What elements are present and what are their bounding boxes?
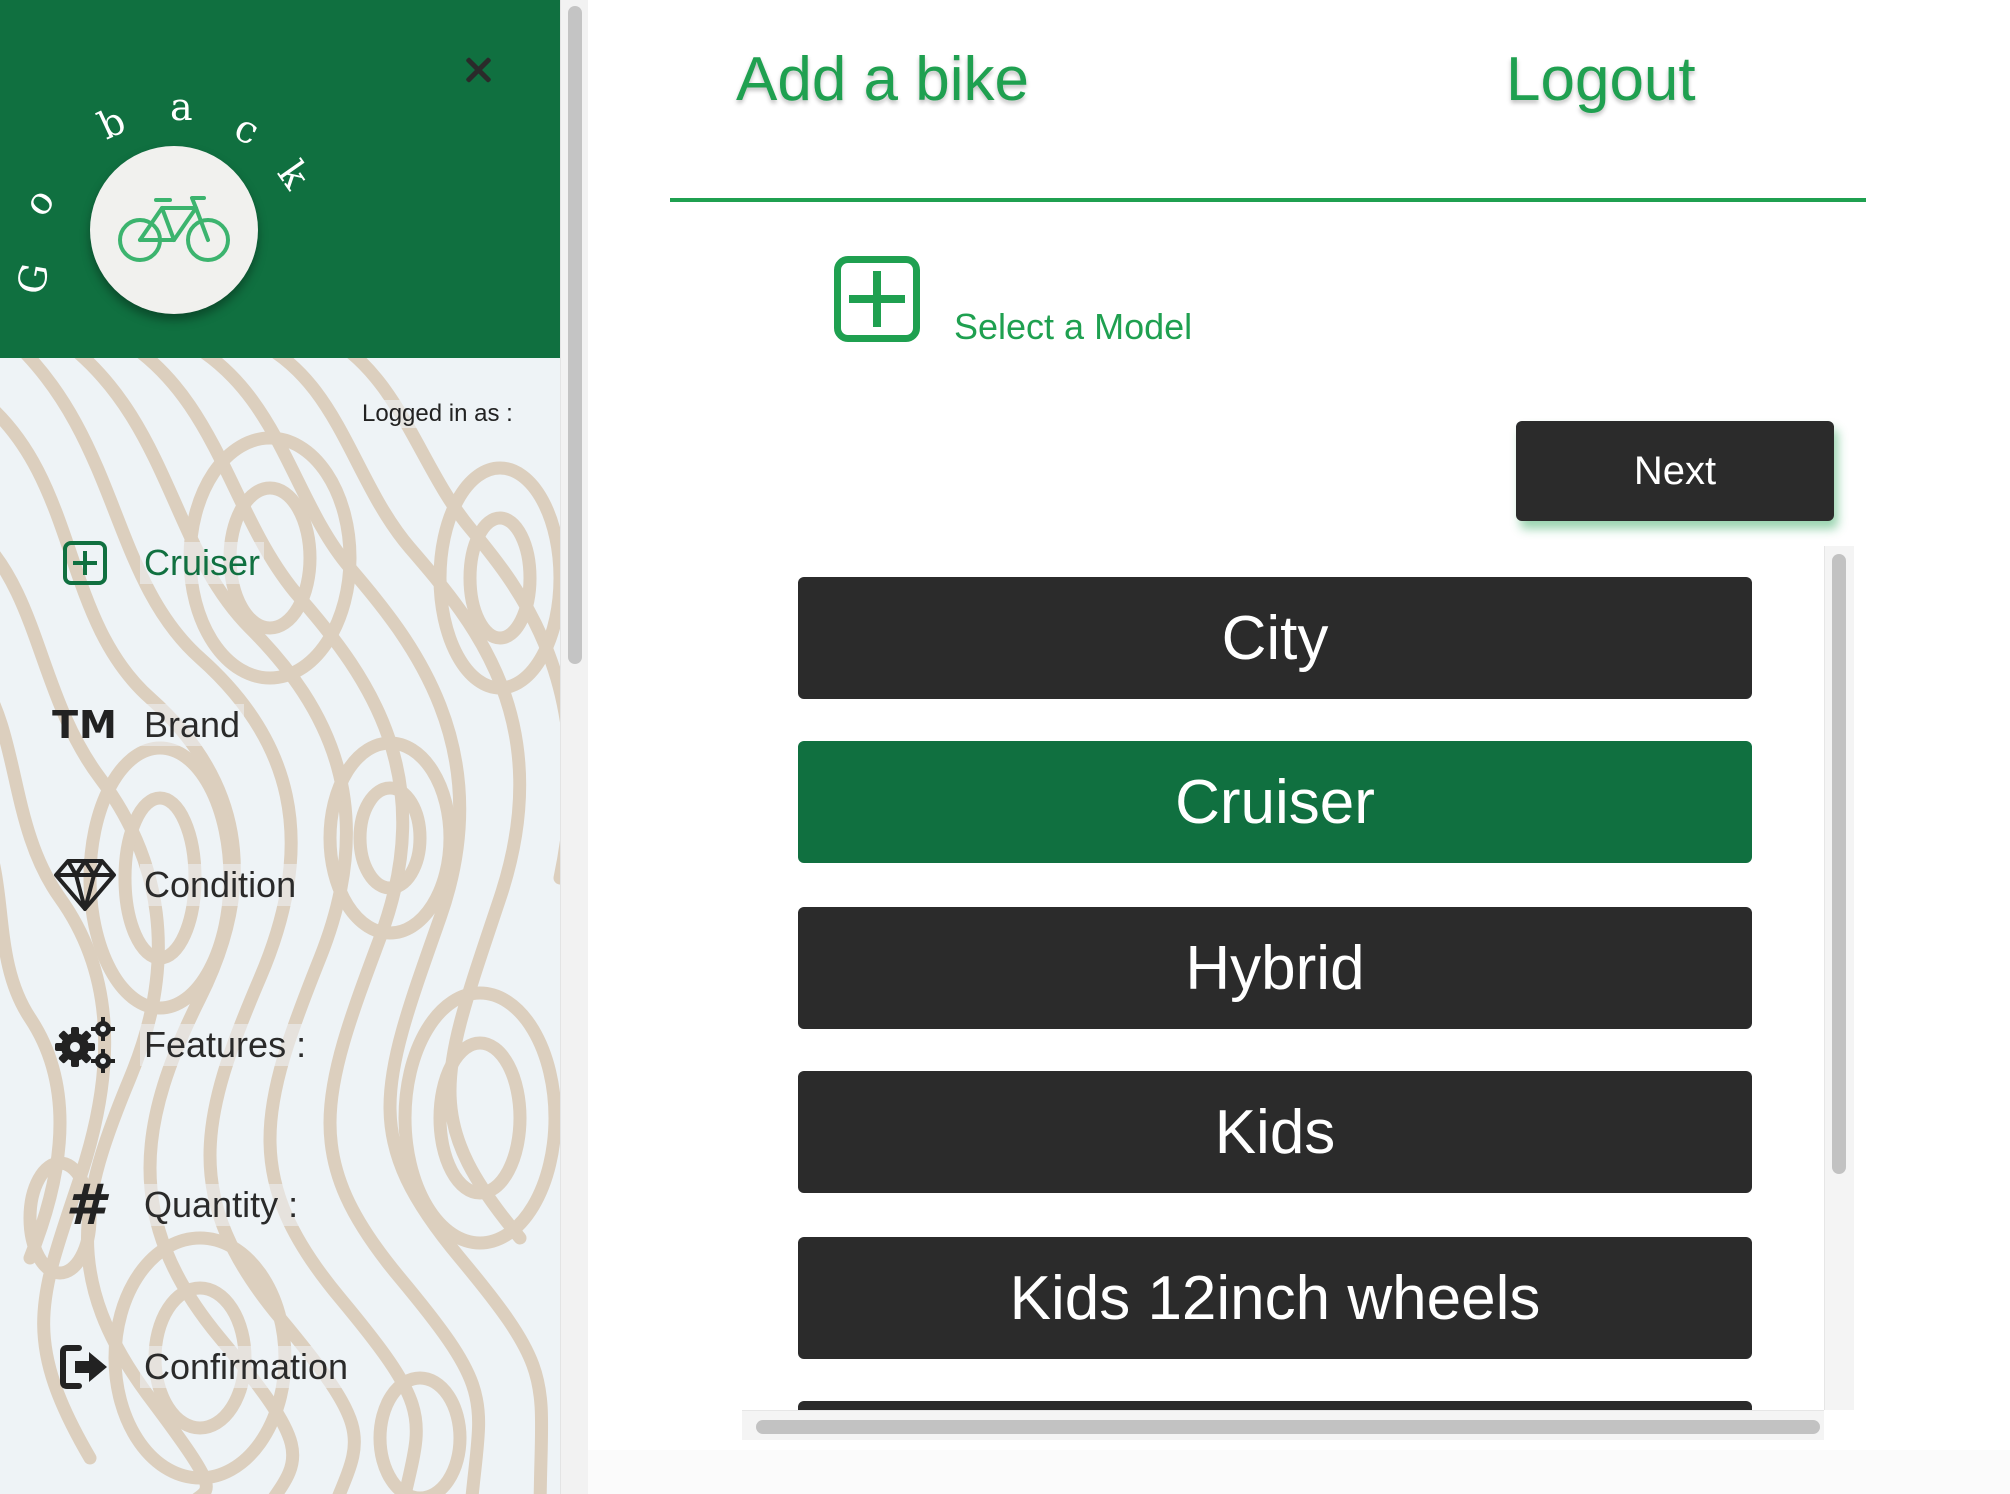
sidebar-item-label: Quantity : [140, 1184, 303, 1226]
model-option-cruiser[interactable]: Cruiser [798, 741, 1752, 863]
sidebar-item-confirmation[interactable]: Confirmation [50, 1332, 353, 1402]
sidebar-item-quantity[interactable]: # Quantity : [50, 1170, 303, 1240]
sidebar-item-condition[interactable]: Condition [50, 850, 301, 920]
model-list-hscroll-thumb[interactable] [756, 1420, 1820, 1434]
bicycle-icon [118, 196, 230, 262]
plus-square-icon[interactable] [834, 256, 920, 342]
sidebar-item-label: Brand [140, 704, 245, 746]
logged-in-label: Logged in as : [362, 400, 513, 428]
close-icon[interactable] [456, 50, 500, 94]
model-option-kids-12inch[interactable]: Kids 12inch wheels [798, 1237, 1752, 1359]
trademark-glyph: TM [52, 703, 118, 747]
plus-square-icon [50, 528, 120, 598]
model-option-kids[interactable]: Kids [798, 1071, 1752, 1193]
go-back-letter: o [14, 180, 63, 224]
go-back-letter: G [9, 260, 58, 298]
model-list: City Cruiser Hybrid Kids Kids 12inch whe… [742, 544, 1854, 1410]
trademark-icon: TM [50, 690, 120, 760]
hashtag-glyph: # [65, 1172, 105, 1238]
model-list-vscroll-thumb[interactable] [1832, 554, 1846, 1174]
select-model-label: Select a Model [954, 306, 1193, 347]
sidebar-item-brand[interactable]: TM Brand [50, 690, 245, 760]
go-back-letter: a [170, 85, 193, 129]
add-bike-link[interactable]: Add a bike [736, 44, 1029, 115]
header-divider [670, 198, 1866, 202]
gears-icon [50, 1010, 120, 1080]
sidebar-item-label: Cruiser [140, 542, 265, 584]
sidebar-item-label: Confirmation [140, 1346, 353, 1388]
go-back-letter: b [91, 98, 132, 148]
sidebar-item-model[interactable]: Cruiser [50, 528, 265, 598]
model-option-partial[interactable] [798, 1401, 1752, 1410]
sidebar-scrollbar-thumb[interactable] [568, 6, 582, 664]
sidebar-item-label: Features : [140, 1024, 311, 1066]
next-button[interactable]: Next [1516, 421, 1834, 521]
sign-out-icon [50, 1332, 120, 1402]
go-back-letter: c [228, 105, 266, 154]
go-back-letter: k [269, 153, 319, 198]
logo[interactable] [90, 146, 258, 314]
diamond-icon [50, 850, 120, 920]
hashtag-icon: # [50, 1170, 120, 1240]
sidebar-item-label: Condition [140, 864, 301, 906]
page-footer-strip [588, 1450, 2010, 1494]
logout-link[interactable]: Logout [1506, 44, 1696, 115]
model-option-city[interactable]: City [798, 577, 1752, 699]
model-option-hybrid[interactable]: Hybrid [798, 907, 1752, 1029]
sidebar: G o b a c k Logged in as : Cruiser TM Br… [0, 0, 560, 1494]
sidebar-item-features[interactable]: Features : [50, 1010, 311, 1080]
